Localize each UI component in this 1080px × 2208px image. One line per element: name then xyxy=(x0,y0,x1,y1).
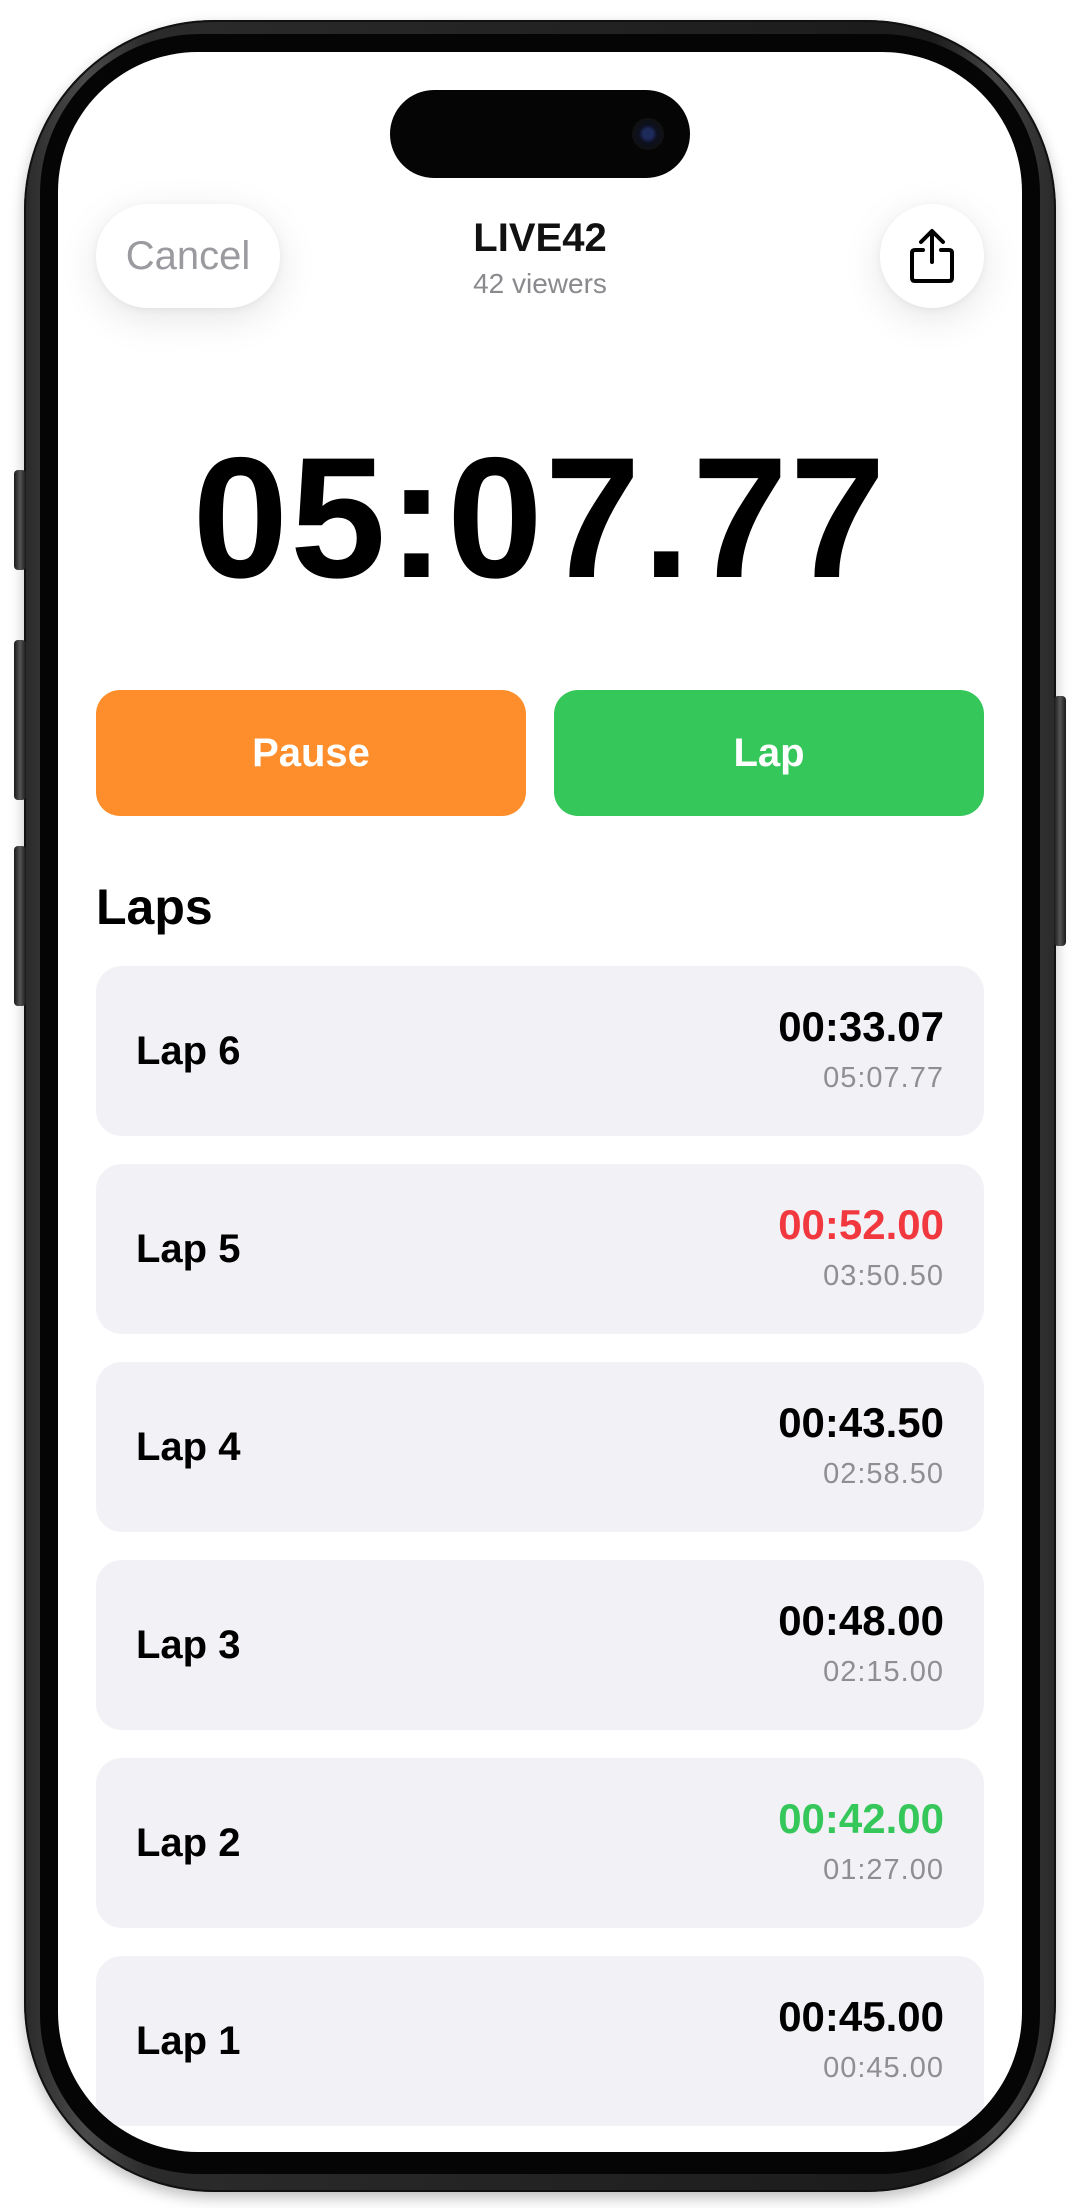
viewer-count: 42 viewers xyxy=(473,268,607,299)
lap-name: Lap 6 xyxy=(136,1028,241,1073)
action-button xyxy=(14,470,26,570)
lap-time: 00:43.50 xyxy=(778,1399,944,1446)
share-button[interactable] xyxy=(880,204,984,308)
lap-time-fastest: 00:42.00 xyxy=(778,1795,944,1842)
volume-down-button xyxy=(14,846,26,1006)
screen: Cancel LIVE42 42 viewers 05:07.77 Pause … xyxy=(58,52,1022,2152)
share-icon xyxy=(910,229,954,283)
lap-name: Lap 5 xyxy=(136,1226,241,1271)
lap-total-time: 05:07.77 xyxy=(823,1062,944,1094)
camera-icon xyxy=(632,118,664,150)
lap-total-time: 03:50.50 xyxy=(823,1260,944,1292)
lap-row: Lap 4 00:43.50 02:58.50 xyxy=(96,1362,984,1532)
lap-total-time: 02:15.00 xyxy=(823,1656,944,1688)
lap-name: Lap 2 xyxy=(136,1820,241,1865)
session-header: LIVE42 42 viewers xyxy=(290,214,790,302)
elapsed-timer: 05:07.77 xyxy=(192,422,888,614)
lap-button[interactable]: Lap xyxy=(554,690,984,816)
pause-button[interactable]: Pause xyxy=(96,690,526,816)
lap-row: Lap 6 00:33.07 05:07.77 xyxy=(96,966,984,1136)
lap-name: Lap 1 xyxy=(136,2018,241,2063)
lap-time: 00:48.00 xyxy=(778,1597,944,1644)
power-button xyxy=(1054,696,1066,946)
laps-list: Lap 6 00:33.07 05:07.77 Lap 5 00:52.00 0… xyxy=(96,966,984,2152)
cancel-button[interactable]: Cancel xyxy=(96,204,280,308)
dynamic-island xyxy=(390,90,690,178)
lap-time: 00:45.00 xyxy=(778,1993,944,2040)
lap-row: Lap 2 00:42.00 01:27.00 xyxy=(96,1758,984,1928)
lap-time-slowest: 00:52.00 xyxy=(778,1201,944,1248)
laps-heading: Laps xyxy=(96,879,213,935)
lap-name: Lap 3 xyxy=(136,1622,241,1667)
lap-total-time: 02:58.50 xyxy=(823,1458,944,1490)
lap-name: Lap 4 xyxy=(136,1424,241,1469)
lap-row: Lap 3 00:48.00 02:15.00 xyxy=(96,1560,984,1730)
lap-time: 00:33.07 xyxy=(778,1003,944,1050)
lap-row: Lap 1 00:45.00 00:45.00 xyxy=(96,1956,984,2126)
session-title: LIVE42 xyxy=(473,216,607,260)
volume-up-button xyxy=(14,640,26,800)
lap-total-time: 01:27.00 xyxy=(823,1854,944,1886)
lap-total-time: 00:45.00 xyxy=(823,2052,944,2084)
lap-row: Lap 5 00:52.00 03:50.50 xyxy=(96,1164,984,1334)
